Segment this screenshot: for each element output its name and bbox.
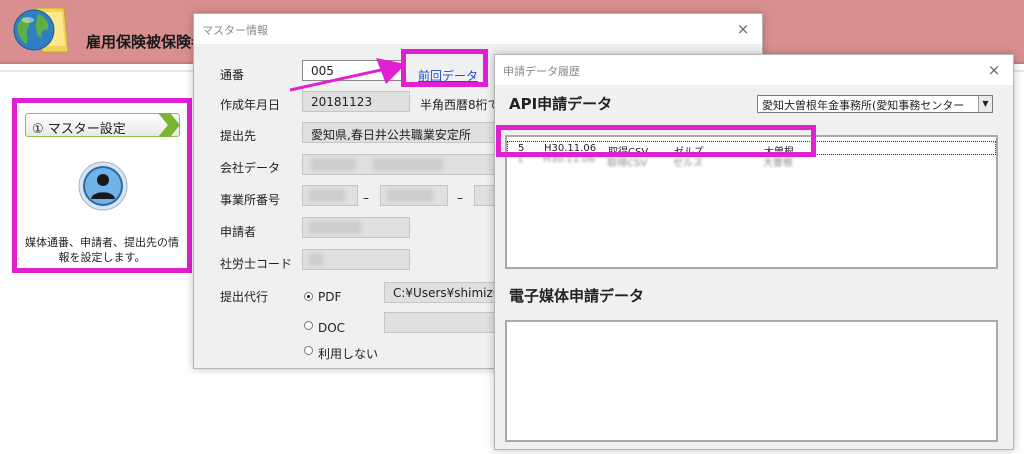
office-number-label: 事業所番号 xyxy=(220,193,281,207)
screenshot-stage: 雇用保険被保険者 ① マスター設定 媒体通番、申請者、提出先の情報を設定します。… xyxy=(0,0,1024,454)
serial-label: 通番 xyxy=(220,68,245,82)
chevron-right-icon xyxy=(158,113,180,137)
company-data-label: 会社データ xyxy=(220,161,281,175)
office-number-part1[interactable] xyxy=(302,185,358,206)
radio-doc-label: DOC xyxy=(318,321,346,335)
office-select[interactable]: 愛知大曽根年金事務所(愛知事務センター ▼ xyxy=(757,95,993,113)
master-setting-tab[interactable]: ① マスター設定 xyxy=(25,113,180,137)
history-dialog-titlebar: 申請データ履歴 × xyxy=(495,55,1013,85)
office-number-dash: – xyxy=(363,191,369,205)
app-title: 雇用保険被保険者 xyxy=(86,33,207,51)
radio-pdf-label: PDF xyxy=(318,290,342,304)
api-section-title: API申請データ xyxy=(509,95,613,113)
media-data-list[interactable] xyxy=(505,320,998,442)
user-avatar-icon[interactable] xyxy=(78,161,128,211)
radio-none[interactable] xyxy=(304,346,313,355)
chevron-down-icon[interactable]: ▼ xyxy=(978,96,992,112)
applicant-label: 申請者 xyxy=(220,225,257,239)
master-dialog-titlebar: マスター情報 × xyxy=(194,14,762,44)
office-select-value: 愛知大曽根年金事務所(愛知事務センター xyxy=(762,99,965,112)
arrow-right-icon xyxy=(290,58,406,92)
sharoushi-code-field[interactable] xyxy=(302,249,410,270)
redacted-text xyxy=(311,158,356,171)
radio-doc[interactable] xyxy=(304,321,313,330)
sharoushi-code-label: 社労士コード xyxy=(220,257,293,271)
submit-to-field[interactable]: 愛知県,春日井公共職業安定所 xyxy=(302,122,502,143)
master-setting-description: 媒体通番、申請者、提出先の情報を設定します。 xyxy=(25,236,179,264)
company-data-field[interactable] xyxy=(302,154,502,175)
redacted-text xyxy=(309,189,345,202)
created-date-label: 作成年月日 xyxy=(220,98,281,112)
redacted-text xyxy=(387,189,433,202)
office-number-dash: – xyxy=(457,191,463,205)
office-number-part2[interactable] xyxy=(380,185,448,206)
master-setting-card[interactable]: ① マスター設定 媒体通番、申請者、提出先の情報を設定します。 xyxy=(12,98,192,273)
close-icon[interactable]: × xyxy=(734,20,752,38)
application-history-dialog: 申請データ履歴 × API申請データ 愛知大曽根年金事務所(愛知事務センター ▼… xyxy=(494,54,1014,450)
highlight-selected-row xyxy=(496,125,816,157)
close-icon[interactable]: × xyxy=(985,61,1003,79)
redacted-text xyxy=(309,253,323,266)
created-date-hint: 半角西暦8桁で xyxy=(420,98,500,112)
radio-pdf[interactable] xyxy=(304,292,313,301)
applicant-field[interactable] xyxy=(302,217,410,238)
globe-folder-logo-icon xyxy=(13,7,69,53)
history-dialog-title: 申請データ履歴 xyxy=(503,65,580,78)
radio-none-label: 利用しない xyxy=(318,347,379,361)
media-section-title: 電子媒体申請データ xyxy=(509,287,645,305)
master-dialog-title: マスター情報 xyxy=(202,24,268,37)
master-setting-tab-label: ① マスター設定 xyxy=(32,122,126,137)
submit-to-label: 提出先 xyxy=(220,129,257,143)
redacted-text xyxy=(309,221,361,234)
pdf-path-field[interactable]: C:¥Users¥shimizu xyxy=(384,282,504,303)
redacted-text xyxy=(373,158,443,171)
proxy-submit-label: 提出代行 xyxy=(220,290,269,304)
doc-path-field[interactable] xyxy=(384,312,504,333)
